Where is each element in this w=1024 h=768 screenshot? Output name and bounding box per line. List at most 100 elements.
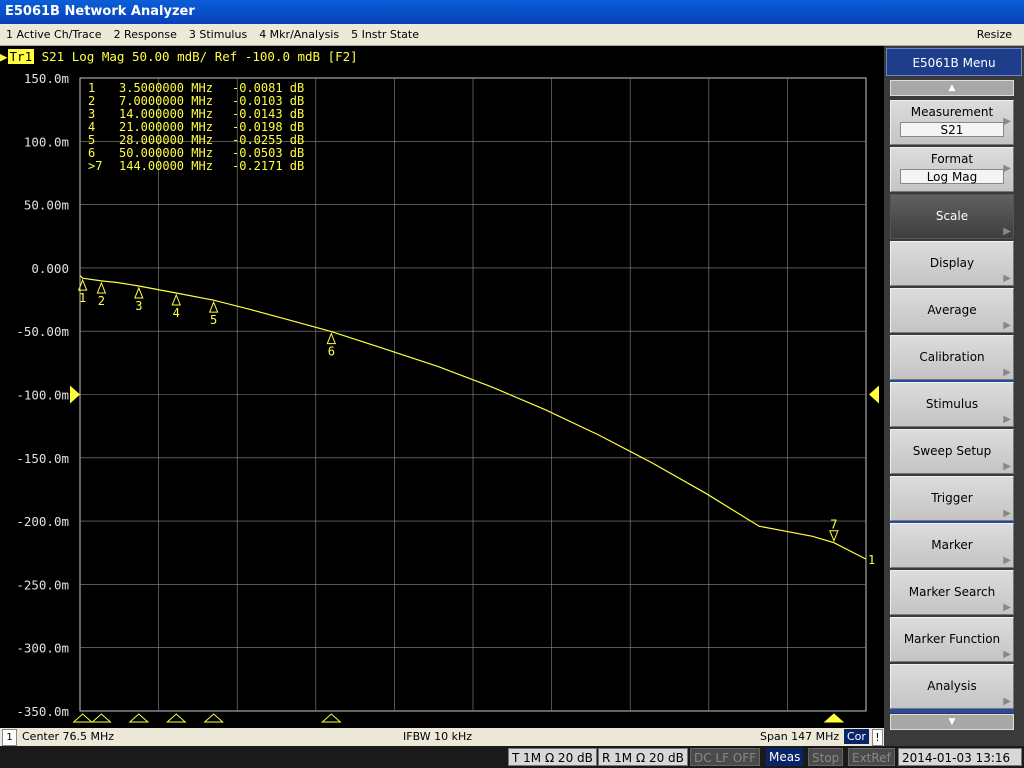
marker-label: 5 (210, 313, 217, 327)
marker-table-value: -0.0143 dB (232, 107, 304, 121)
y-tick-label: -250.0m (16, 577, 69, 592)
marker-table-freq: 7.0000000 MHz (119, 94, 213, 108)
menu-active-ch-trace[interactable]: 1 Active Ch/Trace (0, 24, 108, 45)
softkey-analysis[interactable]: Analysis ▶ (890, 664, 1014, 709)
stop-status: Stop (808, 748, 844, 766)
center-frequency: Center 76.5 MHz (22, 730, 115, 743)
y-tick-label: -300.0m (16, 641, 69, 656)
marker-table-id: 1 (88, 81, 95, 95)
softkey-label: Trigger (931, 491, 973, 505)
trace-header[interactable]: ▶ Tr1 S21 Log Mag 50.00 mdB/ Ref -100.0 m… (0, 48, 884, 66)
softkey-label: Measurement (910, 105, 994, 119)
softkey-label: Display (929, 256, 975, 270)
date-time: 2014-01-03 13:16 (898, 748, 1022, 766)
marker-table-freq: 21.000000 MHz (119, 120, 213, 134)
chevron-right-icon: ▶ (1003, 163, 1011, 174)
chevron-right-icon: ▶ (1003, 116, 1011, 127)
chart-area[interactable]: 150.0m 100.0m 50.00m 0.000 -50.00m -100.0m -15… (0, 66, 884, 728)
channel-status-line: 1 Center 76.5 MHz IFBW 10 kHz Span 147 M… (0, 728, 884, 746)
marker-triangle-icon[interactable] (326, 332, 337, 345)
marker-table-value: -0.0103 dB (232, 94, 304, 108)
meas-status: Meas (766, 748, 804, 766)
marker-stimulus-icon[interactable] (203, 713, 224, 723)
softkey-marker-search[interactable]: Marker Search ▶ (890, 570, 1014, 615)
y-tick-label: -350.0m (16, 704, 69, 719)
active-marker-stimulus-icon[interactable] (823, 713, 845, 723)
softkey-marker-function[interactable]: Marker Function ▶ (890, 617, 1014, 662)
marker-stimulus-icon[interactable] (128, 713, 150, 723)
marker-table-id: 6 (88, 146, 95, 160)
softkey-label: Marker Search (908, 585, 996, 599)
correction-badge: Cor (844, 729, 869, 744)
softkey-measurement[interactable]: Measurement S21 ▶ (890, 100, 1014, 145)
menu-scroll-down-icon[interactable]: ▼ (890, 714, 1014, 730)
softkey-stimulus[interactable]: Stimulus ▶ (890, 382, 1014, 427)
marker-table-freq: 28.000000 MHz (119, 133, 213, 147)
marker-table-id: 4 (88, 120, 95, 134)
softkey-scale[interactable]: Scale ▶ (890, 194, 1014, 239)
marker-stimulus-icon[interactable] (72, 713, 93, 723)
softkey-average[interactable]: Average ▶ (890, 288, 1014, 333)
marker-stimulus-icon[interactable] (165, 713, 187, 723)
ref-level-left-icon[interactable] (70, 385, 80, 404)
active-marker-triangle-icon[interactable] (829, 530, 839, 543)
softkey-label: Analysis (927, 679, 977, 693)
softkey-menu-title: E5061B Menu (886, 48, 1022, 76)
marker-label: 4 (173, 306, 180, 320)
y-tick-label: 150.0m (24, 71, 69, 86)
span: Span 147 MHz (760, 730, 840, 743)
softkey-label: Marker (931, 538, 973, 552)
softkey-value: Log Mag (900, 169, 1004, 184)
marker-table-id: 5 (88, 133, 95, 147)
menu-scroll-up-icon[interactable]: ▲ (890, 80, 1014, 96)
menu-response[interactable]: 2 Response (108, 24, 183, 45)
y-tick-label: 100.0m (24, 134, 69, 149)
menu-bar: 1 Active Ch/Trace 2 Response 3 Stimulus 4 M… (0, 24, 1024, 46)
softkey-value: S21 (900, 122, 1004, 137)
softkey-label: Calibration (919, 350, 985, 364)
marker-stimulus-icon[interactable] (320, 713, 342, 723)
softkey-label: Scale (935, 209, 969, 223)
marker-triangle-icon[interactable] (208, 300, 219, 313)
marker-table-id: 3 (88, 107, 95, 121)
softkey-calibration[interactable]: Calibration ▶ (890, 335, 1014, 380)
marker-triangle-icon[interactable] (96, 281, 107, 294)
marker-table-id: >7 (88, 159, 102, 173)
marker-table-value: -0.0198 dB (232, 120, 304, 134)
chart-svg: 150.0m 100.0m 50.00m 0.000 -50.00m -100.0m -15… (16, 71, 879, 723)
marker-label: 1 (79, 291, 86, 305)
softkey-display[interactable]: Display ▶ (890, 241, 1014, 286)
softkey-trigger[interactable]: Trigger ▶ (890, 476, 1014, 521)
marker-table-value: -0.2171 dB (232, 159, 304, 173)
softkey-sweep-setup[interactable]: Sweep Setup ▶ (890, 429, 1014, 474)
softkey-format[interactable]: Format Log Mag ▶ (890, 147, 1014, 192)
marker-table-freq: 3.5000000 MHz (119, 81, 213, 95)
menu-mkr-analysis[interactable]: 4 Mkr/Analysis (253, 24, 345, 45)
trace-settings: S21 Log Mag 50.00 mdB/ Ref -100.0 mdB [F… (34, 49, 358, 64)
channel-number[interactable]: 1 (2, 729, 17, 746)
marker-stimulus-icon[interactable] (91, 713, 112, 723)
warning-badge: ! (872, 729, 883, 746)
marker-label: 6 (328, 345, 335, 359)
y-tick-label: -200.0m (16, 514, 69, 529)
y-tick-label: 50.00m (24, 198, 69, 213)
menu-instr-state[interactable]: 5 Instr State (345, 24, 425, 45)
trace-badge: Tr1 (7, 49, 35, 64)
ifbw: IFBW 10 kHz (403, 730, 473, 743)
dc-lf-status: DC LF OFF (690, 748, 761, 766)
marker-triangle-icon[interactable] (134, 286, 144, 299)
ref-level-right-icon[interactable] (869, 385, 879, 404)
marker-label: 2 (98, 294, 105, 308)
y-tick-label: -100.0m (16, 388, 69, 403)
active-trace-icon: ▶ (0, 49, 8, 64)
menu-stimulus[interactable]: 3 Stimulus (183, 24, 253, 45)
softkey-marker[interactable]: Marker ▶ (890, 523, 1014, 568)
trace-end-label: 1 (868, 553, 875, 567)
y-tick-label: 0.000 (31, 261, 69, 276)
softkey-label: Average (927, 303, 977, 317)
marker-table-value: -0.0255 dB (232, 133, 304, 147)
resize-button[interactable]: Resize (971, 24, 1018, 45)
marker-triangle-icon[interactable] (171, 293, 181, 306)
instrument-status-bar: T 1M Ω 20 dB R 1M Ω 20 dB DC LF OFF Meas… (0, 746, 1024, 768)
softkey-menu: E5061B Menu ▲ Measurement S21 ▶ Format L… (884, 46, 1024, 746)
